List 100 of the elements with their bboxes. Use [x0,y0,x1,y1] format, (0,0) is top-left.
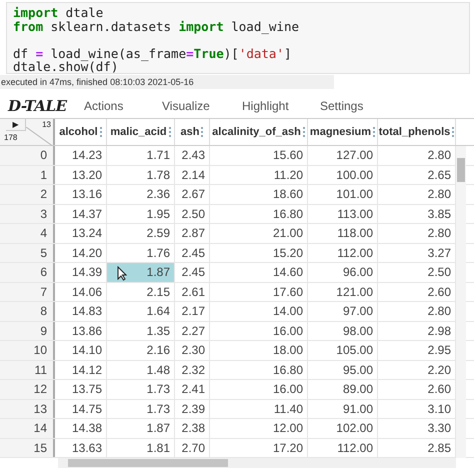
table-cell[interactable]: 16.80 [210,360,308,379]
table-cell[interactable]: 14.23 [55,146,107,164]
table-cell[interactable]: 1.48 [107,360,175,379]
horizontal-scrollbar[interactable] [58,458,456,468]
table-cell[interactable]: 13.63 [55,438,107,457]
table-cell[interactable]: 101.00 [308,185,378,204]
table-cell[interactable]: 105.00 [308,341,378,360]
table-cell[interactable]: 14.60 [210,263,308,282]
code-cell[interactable]: import dtale from sklearn.datasets import load_wine df = load_wine(as_frame=True)['data'] dtale.show(df) [6,2,470,74]
dtale-logo[interactable]: D-TALE [8,94,84,118]
table-cell[interactable]: 16.00 [210,322,308,340]
table-cell[interactable]: 1.95 [107,204,175,223]
table-cell[interactable]: 21.00 [210,224,308,242]
table-cell[interactable]: 14.10 [55,341,107,360]
table-cell[interactable]: 118.00 [308,224,378,242]
column-header[interactable]: alcalinity_of_ash [210,119,308,145]
table-cell[interactable]: 1.87 [107,263,175,282]
column-menu-icon[interactable] [168,127,171,137]
table-cell[interactable]: 18.60 [210,185,308,204]
column-menu-icon[interactable] [302,127,305,137]
table-cell[interactable]: 14.75 [55,400,107,418]
table-cell[interactable]: 98.00 [308,322,378,340]
table-cell[interactable]: 14.06 [55,282,107,301]
menu-item[interactable]: Highlight [242,97,320,115]
table-cell[interactable]: 2.30 [175,341,210,360]
table-cell[interactable]: 2.41 [175,380,210,398]
column-menu-icon[interactable] [452,127,454,137]
table-cell[interactable]: 1.73 [107,400,175,418]
table-cell[interactable]: 2.14 [175,166,210,184]
table-cell[interactable]: 113.00 [308,204,378,223]
table-cell[interactable]: 2.16 [107,341,175,360]
column-menu-icon[interactable] [201,127,204,137]
table-cell[interactable]: 17.20 [210,438,308,457]
table-cell[interactable]: 2.15 [107,282,175,301]
table-cell[interactable]: 13.24 [55,224,107,242]
play-button[interactable]: ▶ [6,119,26,131]
table-cell[interactable]: 2.45 [175,263,210,282]
table-cell[interactable]: 13.20 [55,166,107,184]
table-cell[interactable]: 100.00 [308,166,378,184]
column-header[interactable]: alcohol [55,119,107,145]
column-header[interactable]: malic_acid [107,119,175,145]
table-cell[interactable]: 2.50 [175,204,210,223]
table-cell[interactable]: 112.00 [308,438,378,457]
table-cell[interactable]: 102.00 [308,419,378,438]
column-header[interactable]: ash [175,119,210,145]
table-cell[interactable]: 14.00 [210,302,308,320]
table-cell[interactable]: 2.67 [175,185,210,204]
table-cell[interactable]: 2.38 [175,419,210,438]
column-menu-icon[interactable] [373,127,376,137]
table-cell[interactable]: 18.00 [210,341,308,360]
table-cell[interactable]: 1.87 [107,419,175,438]
column-menu-icon[interactable] [100,127,102,137]
table-cell[interactable]: 13.86 [55,322,107,340]
table-cell[interactable]: 2.17 [175,302,210,320]
table-cell[interactable]: 2.70 [175,438,210,457]
table-cell[interactable]: 15.60 [210,146,308,164]
scrollbar-thumb[interactable] [457,158,465,182]
table-cell[interactable]: 2.27 [175,322,210,340]
table-cell[interactable]: 2.45 [175,244,210,262]
table-cell[interactable]: 91.00 [308,400,378,418]
table-cell[interactable]: 1.64 [107,302,175,320]
table-cell[interactable]: 11.20 [210,166,308,184]
table-cell[interactable]: 16.00 [210,380,308,398]
table-cell[interactable]: 112.00 [308,244,378,262]
table-cell[interactable]: 2.59 [107,224,175,242]
table-cell[interactable]: 97.00 [308,302,378,320]
table-cell[interactable]: 1.81 [107,438,175,457]
scrollbar-thumb[interactable] [68,459,228,467]
table-cell[interactable]: 121.00 [308,282,378,301]
table-cell[interactable]: 2.32 [175,360,210,379]
table-cell[interactable]: 96.00 [308,263,378,282]
table-cell[interactable]: 11.40 [210,400,308,418]
column-header[interactable]: magnesium [308,119,378,145]
table-cell[interactable]: 1.78 [107,166,175,184]
table-cell[interactable]: 15.20 [210,244,308,262]
table-cell[interactable]: 2.61 [175,282,210,301]
table-cell[interactable]: 13.75 [55,380,107,398]
table-cell[interactable]: 14.38 [55,419,107,438]
table-cell[interactable]: 2.87 [175,224,210,242]
table-cell[interactable]: 1.73 [107,380,175,398]
table-cell[interactable]: 16.80 [210,204,308,223]
table-cell[interactable]: 1.71 [107,146,175,164]
table-cell[interactable]: 2.36 [107,185,175,204]
vertical-scrollbar[interactable] [456,146,466,458]
table-cell[interactable]: 2.43 [175,146,210,164]
table-cell[interactable]: 1.35 [107,322,175,340]
table-cell[interactable]: 13.16 [55,185,107,204]
menu-item[interactable]: Actions [84,97,162,115]
menu-item[interactable]: Settings [320,97,390,115]
table-cell[interactable]: 14.83 [55,302,107,320]
table-cell[interactable]: 95.00 [308,360,378,379]
table-cell[interactable]: 17.60 [210,282,308,301]
table-cell[interactable]: 14.12 [55,360,107,379]
table-cell[interactable]: 1.76 [107,244,175,262]
table-cell[interactable]: 89.00 [308,380,378,398]
column-header[interactable]: total_phenols [378,119,456,145]
table-cell[interactable]: 12.00 [210,419,308,438]
table-cell[interactable]: 14.20 [55,244,107,262]
table-cell[interactable]: 14.37 [55,204,107,223]
table-cell[interactable]: 2.39 [175,400,210,418]
